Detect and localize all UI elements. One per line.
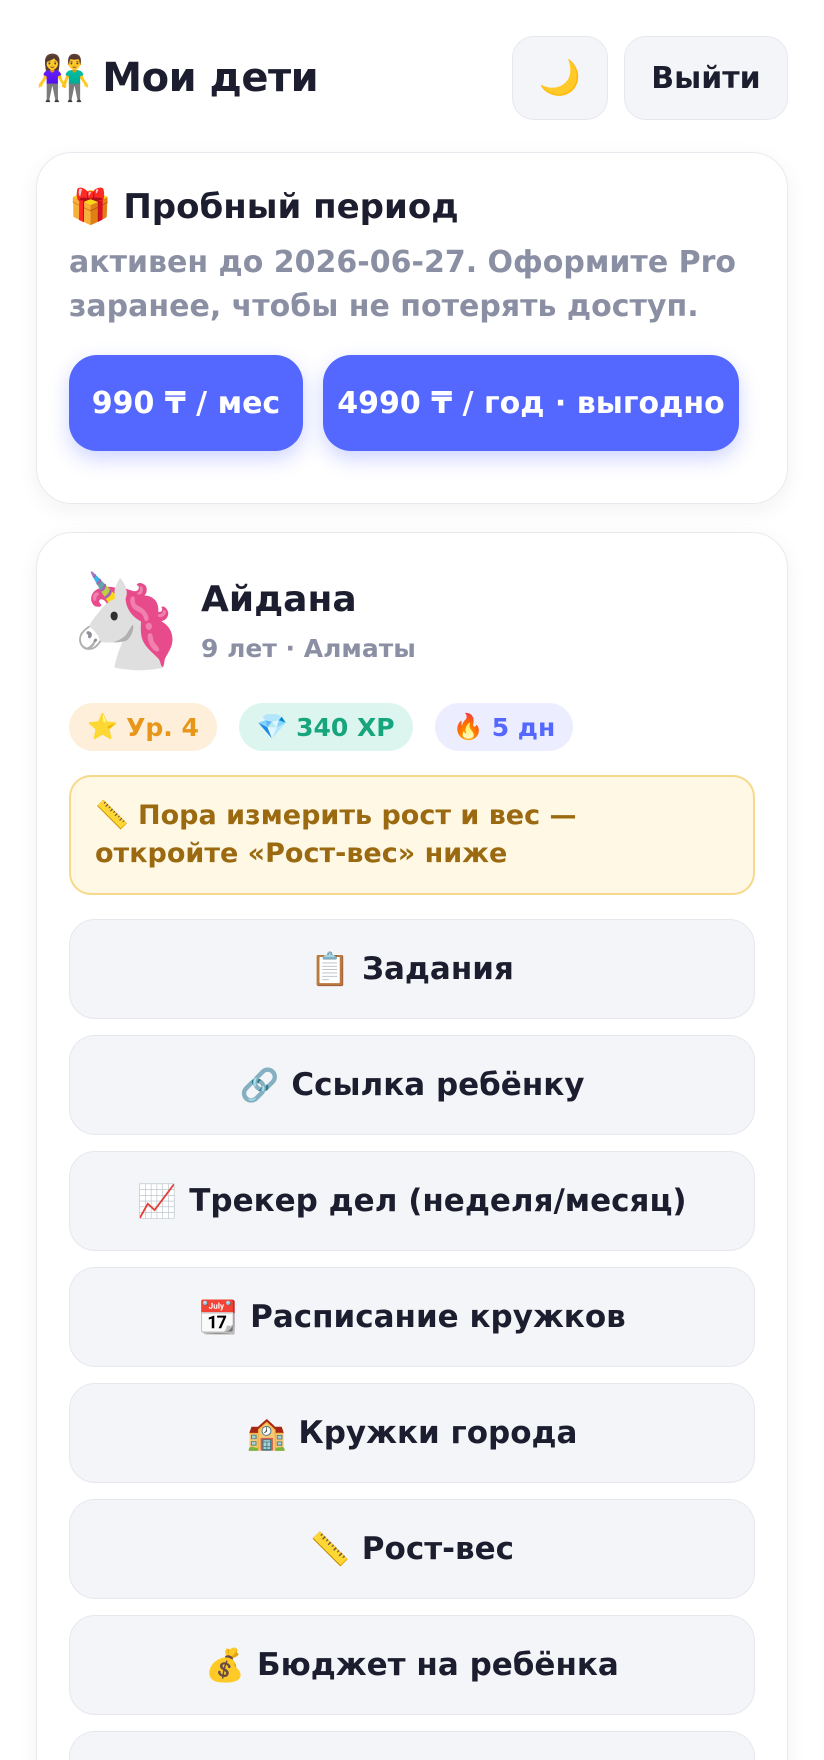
family-icon: 👫 <box>36 53 91 104</box>
xp-badge: 💎 340 XP <box>238 703 413 751</box>
activity-tracker-button-label: Трекер дел (неделя/месяц) <box>189 1183 687 1219</box>
tasks-button[interactable]: 📋 Задания <box>69 919 755 1019</box>
club-schedule-button-label: Расписание кружков <box>250 1299 626 1335</box>
pricing-buttons: 990 ₸ / мес 4990 ₸ / год · выгодно <box>69 355 755 451</box>
xp-badge-label: 340 XP <box>296 712 395 742</box>
activity-tracker-button[interactable]: 📈 Трекер дел (неделя/месяц) <box>69 1151 755 1251</box>
money-bag-icon: 💰 <box>205 1646 245 1684</box>
height-weight-button-label: Рост-вес <box>361 1531 515 1567</box>
city-clubs-button-label: Кружки города <box>298 1415 578 1451</box>
chart-icon: 📈 <box>137 1182 178 1220</box>
yearly-plan-button[interactable]: 4990 ₸ / год · выгодно <box>323 355 739 451</box>
unicorn-avatar-icon: 🦄 <box>69 567 184 674</box>
measurement-reminder: 📏 Пора измерить рост и вес — откройте «Р… <box>69 775 755 895</box>
city-clubs-button[interactable]: 🏫 Кружки города <box>69 1383 755 1483</box>
clipboard-icon: 📋 <box>310 950 350 988</box>
gift-icon: 🎁 <box>69 187 112 227</box>
fire-icon: 🔥 <box>452 712 484 741</box>
child-link-button[interactable]: 🔗 Ссылка ребёнку <box>69 1035 755 1135</box>
child-name: Айдана <box>201 579 357 620</box>
logout-button[interactable]: Выйти <box>624 36 788 120</box>
child-budget-button-label: Бюджет на ребёнка <box>257 1647 619 1683</box>
gem-icon: 💎 <box>256 712 289 741</box>
page-title-text: Мои дети <box>102 55 319 101</box>
theme-toggle-button[interactable]: 🌙 <box>512 36 608 120</box>
child-card: 🦄 Айдана 9 лет · Алматы ⭐ Ур. 4 💎 340 XP… <box>36 532 788 1760</box>
child-actions: 📋 Задания 🔗 Ссылка ребёнку 📈 Трекер дел … <box>69 919 755 1760</box>
trial-title-text: Пробный период <box>123 187 459 227</box>
streak-badge: 🔥 5 дн <box>434 703 574 751</box>
trial-description: активен до 2026-06-27. Оформите Pro зара… <box>69 245 737 324</box>
level-badge: ⭐ Ур. 4 <box>69 703 217 751</box>
child-link-button-label: Ссылка ребёнку <box>291 1067 585 1103</box>
child-badges: ⭐ Ур. 4 💎 340 XP 🔥 5 дн <box>69 703 755 751</box>
tasks-button-label: Задания <box>361 951 514 987</box>
school-icon: 🏫 <box>246 1414 287 1452</box>
ruler-icon: 📏 <box>309 1530 350 1568</box>
child-header: 🦄 Айдана 9 лет · Алматы <box>69 569 755 673</box>
app-header: 👫 Мои дети 🌙 Выйти <box>36 36 788 120</box>
trial-card: 🎁 Пробный период активен до 2026-06-27. … <box>36 152 788 504</box>
height-weight-button[interactable]: 📏 Рост-вес <box>69 1499 755 1599</box>
club-schedule-button[interactable]: 📆 Расписание кружков <box>69 1267 755 1367</box>
next-action-button[interactable] <box>69 1731 755 1760</box>
star-icon: ⭐ <box>87 712 119 741</box>
link-icon: 🔗 <box>239 1066 280 1104</box>
monthly-plan-button[interactable]: 990 ₸ / мес <box>69 355 303 451</box>
trial-title: 🎁 Пробный период <box>69 187 755 227</box>
moon-icon: 🌙 <box>538 58 582 98</box>
calendar-icon: 📆 <box>198 1298 239 1336</box>
level-badge-label: Ур. 4 <box>126 712 199 742</box>
child-meta: 9 лет · Алматы <box>201 634 416 663</box>
streak-badge-label: 5 дн <box>491 712 556 742</box>
child-budget-button[interactable]: 💰 Бюджет на ребёнка <box>69 1615 755 1715</box>
page-title: 👫 Мои дети <box>36 52 319 104</box>
